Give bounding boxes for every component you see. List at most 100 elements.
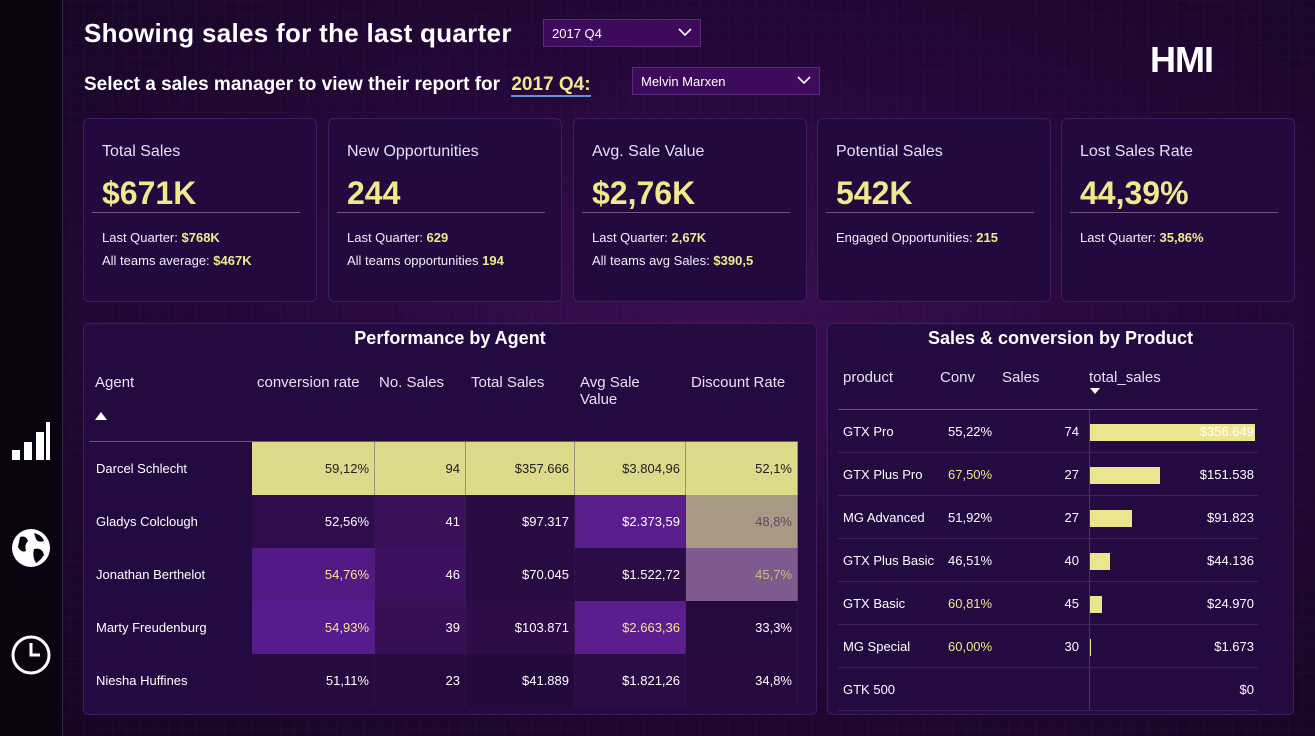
column-header-total-sales[interactable]: total_sales xyxy=(1089,369,1161,386)
product-row[interactable]: GTX Plus Basic 46,51% 40 $44.136 xyxy=(838,539,1258,582)
agent-name[interactable]: Jonathan Berthelot xyxy=(90,548,252,601)
column-header-total-sales[interactable]: Total Sales xyxy=(471,374,544,391)
kpi-avg-sale-value: Avg. Sale Value $2,76K Last Quarter: 2,6… xyxy=(573,118,807,302)
page-title: Showing sales for the last quarter xyxy=(84,18,512,48)
product-sales-bar xyxy=(1090,639,1091,656)
product-total-sales: $1.673 xyxy=(1214,639,1254,654)
kpi-line-value: $390,5 xyxy=(713,253,754,268)
product-row[interactable]: GTX Basic 60,81% 45 $24.970 xyxy=(838,582,1258,625)
agent-name[interactable]: Niesha Huffines xyxy=(90,654,252,707)
cell-no-sales: 46 xyxy=(375,548,466,601)
kpi-line: Last Quarter: 629 xyxy=(347,230,448,245)
cell-total-sales: $70.045 xyxy=(466,548,575,601)
product-sales: 45 xyxy=(1064,596,1079,611)
product-total-sales: $91.823 xyxy=(1207,510,1254,525)
column-header-conversion-rate[interactable]: conversion rate xyxy=(257,374,360,391)
kpi-label: Total Sales xyxy=(102,143,181,160)
column-header-product[interactable]: product xyxy=(843,369,893,386)
chevron-down-icon xyxy=(797,76,811,85)
product-sales-panel: Sales & conversion by Product product Co… xyxy=(827,323,1294,715)
kpi-line-label: All teams average: xyxy=(102,253,210,268)
clock-icon[interactable] xyxy=(10,634,52,676)
column-header-discount-rate[interactable]: Discount Rate xyxy=(691,374,785,391)
cell-discount-rate: 45,7% xyxy=(686,548,798,601)
kpi-line: All teams avg Sales: $390,5 xyxy=(592,253,753,268)
kpi-line: All teams average: $467K xyxy=(102,253,252,268)
product-row[interactable]: GTX Plus Pro 67,50% 27 $151.538 xyxy=(838,453,1258,496)
product-name: GTX Plus Basic xyxy=(843,553,935,568)
manager-dropdown[interactable]: Melvin Marxen xyxy=(632,67,820,95)
header-line: Avg Sale xyxy=(580,374,640,391)
kpi-line: Last Quarter: $768K xyxy=(102,230,220,245)
kpi-line: Last Quarter: 2,67K xyxy=(592,230,706,245)
product-sales: 74 xyxy=(1064,424,1079,439)
subtitle: Select a sales manager to view their rep… xyxy=(84,74,591,97)
product-conv: 60,00% xyxy=(948,639,993,654)
quarter-dropdown[interactable]: 2017 Q4 xyxy=(543,19,701,47)
agent-name[interactable]: Darcel Schlecht xyxy=(90,442,252,495)
kpi-line-label: Last Quarter: xyxy=(1080,230,1156,245)
cell-avg-sale-value: $3.804,96 xyxy=(575,442,686,495)
kpi-total-sales: Total Sales $671K Last Quarter: $768K Al… xyxy=(83,118,317,302)
kpi-value: 244 xyxy=(347,175,401,211)
product-row[interactable]: GTK 500 $0 xyxy=(838,668,1258,711)
kpi-label: Lost Sales Rate xyxy=(1080,143,1193,160)
product-conv: 55,22% xyxy=(948,424,993,439)
product-sales: 27 xyxy=(1064,467,1079,482)
kpi-label: New Opportunities xyxy=(347,143,479,160)
cell-discount-rate: 34,8% xyxy=(686,654,798,707)
kpi-line: Engaged Opportunities: 215 xyxy=(836,230,998,245)
product-row[interactable]: MG Special 60,00% 30 $1.673 xyxy=(838,625,1258,668)
kpi-line-value: 35,86% xyxy=(1159,230,1204,245)
kpi-line-label: All teams opportunities xyxy=(347,253,479,268)
sort-desc-icon[interactable] xyxy=(1090,388,1100,394)
column-header-agent[interactable]: Agent xyxy=(95,374,134,391)
bar-chart-icon[interactable] xyxy=(10,420,52,462)
column-header-no-sales[interactable]: No. Sales xyxy=(379,374,444,391)
kpi-label: Avg. Sale Value xyxy=(592,143,705,160)
product-sales-bar xyxy=(1090,510,1133,527)
agent-name[interactable]: Gladys Colclough xyxy=(90,495,252,548)
kpi-value: 44,39% xyxy=(1080,175,1189,211)
product-name: GTX Plus Pro xyxy=(843,467,923,482)
product-sales-bar xyxy=(1090,553,1111,570)
product-total-sales: $44.136 xyxy=(1207,553,1254,568)
product-sales-bar xyxy=(1090,467,1161,484)
product-total-sales: $356.649 xyxy=(1199,424,1254,439)
agent-name[interactable]: Marty Freudenburg xyxy=(90,601,252,654)
kpi-value: 542K xyxy=(836,175,913,211)
product-row[interactable]: GTX Pro 55,22% 74 $356.649 xyxy=(838,410,1258,453)
panel-title: Performance by Agent xyxy=(354,328,546,348)
header-line: Value xyxy=(580,391,618,408)
cell-discount-rate: 52,1% xyxy=(686,442,798,495)
product-name: MG Special xyxy=(843,639,911,654)
cell-no-sales: 39 xyxy=(375,601,466,654)
globe-icon[interactable] xyxy=(10,527,52,569)
product-total-sales: $24.970 xyxy=(1207,596,1254,611)
sidebar xyxy=(0,0,63,736)
kpi-line-label: Last Quarter: xyxy=(592,230,668,245)
logo-text: HMI xyxy=(1150,40,1213,76)
product-conv: 60,81% xyxy=(948,596,993,611)
product-sales: 40 xyxy=(1064,553,1079,568)
agent-performance-panel: Performance by Agent Agent conversion ra… xyxy=(83,323,817,715)
cell-total-sales: $103.871 xyxy=(466,601,575,654)
column-header-sales[interactable]: Sales xyxy=(1002,369,1040,386)
manager-dropdown-value: Melvin Marxen xyxy=(641,74,726,89)
cell-avg-sale-value: $2.373,59 xyxy=(575,495,686,548)
panel-title: Sales & conversion by Product xyxy=(927,328,1194,348)
hmi-logo: HMI xyxy=(1150,40,1214,76)
product-row[interactable]: MG Advanced 51,92% 27 $91.823 xyxy=(838,496,1258,539)
cell-conversion-rate: 59,12% xyxy=(252,442,375,495)
column-header-avg-sale-value[interactable]: Avg Sale Value xyxy=(580,374,640,408)
product-name: GTK 500 xyxy=(843,682,896,697)
kpi-value: $671K xyxy=(102,175,197,211)
kpi-line-label: Last Quarter: xyxy=(347,230,423,245)
sort-asc-icon[interactable] xyxy=(95,412,107,420)
product-total-sales: $151.538 xyxy=(1199,467,1254,482)
cell-conversion-rate: 51,11% xyxy=(252,654,375,707)
column-header-conv[interactable]: Conv xyxy=(940,369,975,386)
kpi-value: $2,76K xyxy=(592,175,696,211)
subtitle-text: Select a sales manager to view their rep… xyxy=(84,74,501,95)
quarter-dropdown-value: 2017 Q4 xyxy=(552,26,602,41)
